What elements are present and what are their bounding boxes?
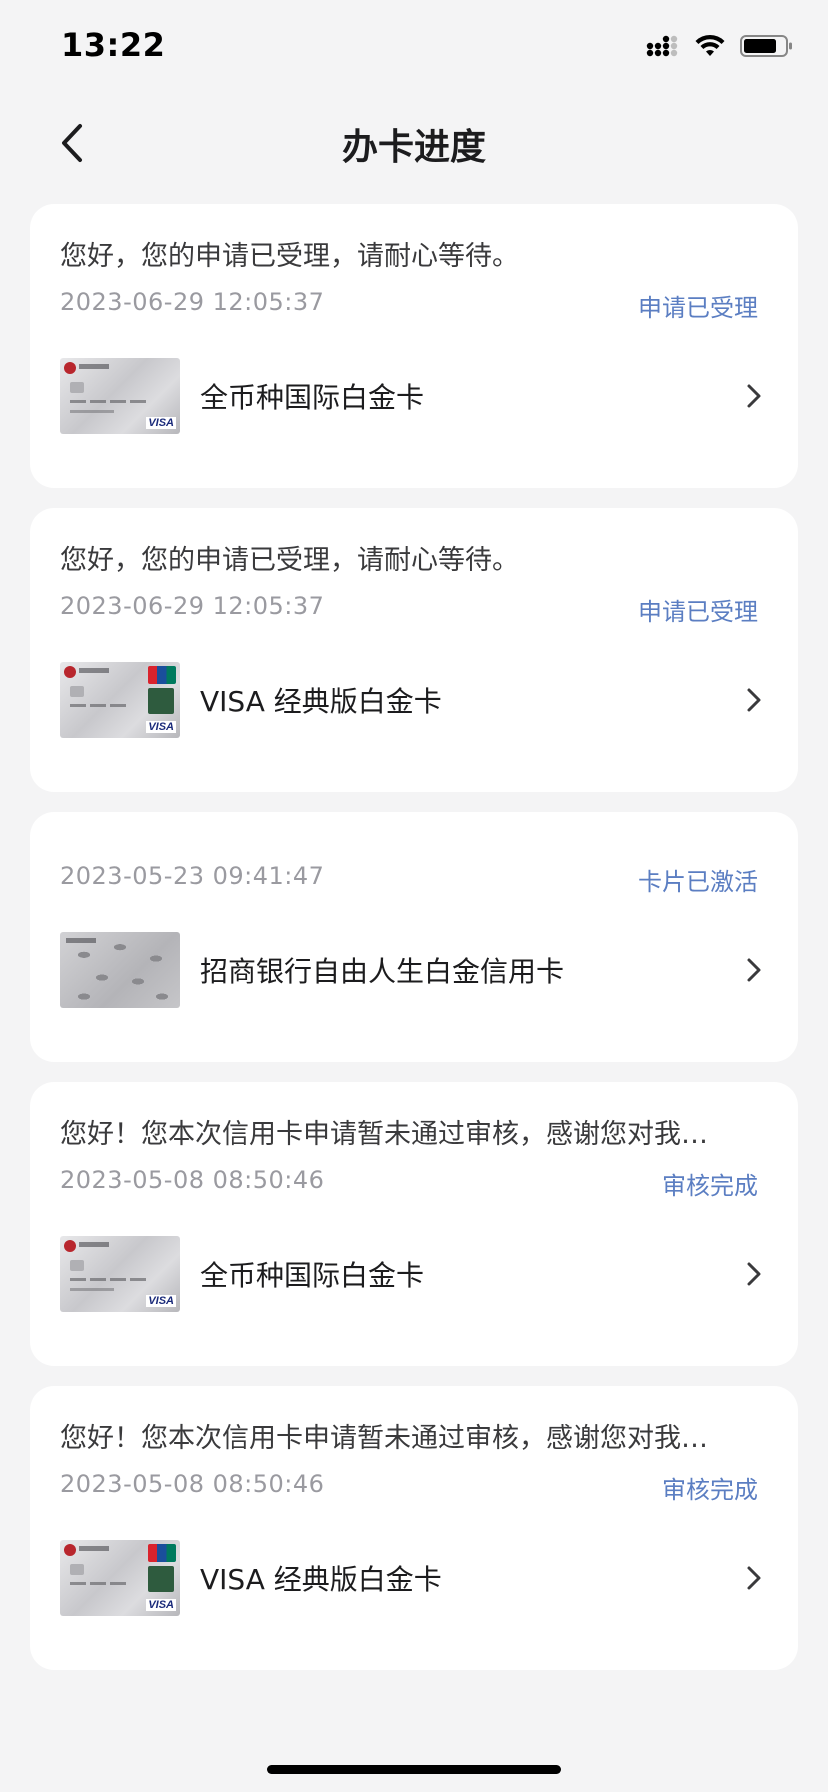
- status-icons: [646, 34, 794, 58]
- card-message: 您好！您本次信用卡申请暂未通过审核，感谢您对我…: [60, 1423, 708, 1454]
- card-message: 您好！您本次信用卡申请暂未通过审核，感谢您对我…: [60, 1119, 708, 1150]
- chevron-right-icon: [740, 382, 768, 410]
- bird-pattern-card-icon: [60, 932, 180, 1008]
- battery-icon: [740, 35, 792, 57]
- status-bar: 13:22: [0, 0, 828, 100]
- product-name: 全币种国际白金卡: [200, 381, 425, 414]
- progress-card: 您好！您本次信用卡申请暂未通过审核，感谢您对我… 2023-05-08 08:5…: [30, 1082, 798, 1366]
- card-date: 2023-05-23 09:41:47: [60, 862, 325, 890]
- progress-card: 您好，您的申请已受理，请耐心等待。 2023-06-29 12:05:37 申请…: [30, 204, 798, 488]
- chevron-right-icon: [740, 1260, 768, 1288]
- chevron-right-icon: [740, 956, 768, 984]
- card-message: 您好，您的申请已受理，请耐心等待。: [60, 241, 519, 272]
- status-time: 13:22: [61, 26, 166, 64]
- product-name: VISA 经典版白金卡: [200, 685, 442, 718]
- card-status: 审核完成: [662, 1476, 758, 1504]
- wifi-icon: [695, 34, 725, 56]
- card-product-row[interactable]: VISA 全币种国际白金卡: [60, 358, 768, 434]
- card-status: 审核完成: [662, 1172, 758, 1200]
- card-date: 2023-06-29 12:05:37: [60, 592, 325, 620]
- progress-card: 您好！您本次信用卡申请暂未通过审核，感谢您对我… 2023-05-08 08:5…: [30, 1386, 798, 1670]
- card-message: 您好，您的申请已受理，请耐心等待。: [60, 545, 519, 576]
- visa-platinum-card-icon: VISA: [60, 1236, 180, 1312]
- home-indicator[interactable]: [267, 1765, 561, 1774]
- card-date: 2023-06-29 12:05:37: [60, 288, 325, 316]
- product-name: 全币种国际白金卡: [200, 1259, 425, 1292]
- card-status: 申请已受理: [638, 598, 758, 626]
- card-status: 申请已受理: [638, 294, 758, 322]
- card-product-row[interactable]: VISA VISA 经典版白金卡: [60, 1540, 768, 1616]
- visa-unionpay-card-icon: VISA: [60, 1540, 180, 1616]
- visa-unionpay-card-icon: VISA: [60, 662, 180, 738]
- chevron-right-icon: [740, 1564, 768, 1592]
- card-date: 2023-05-08 08:50:46: [60, 1470, 325, 1498]
- product-name: 招商银行自由人生白金信用卡: [200, 955, 565, 988]
- application-progress-list: 您好，您的申请已受理，请耐心等待。 2023-06-29 12:05:37 申请…: [30, 204, 798, 1690]
- navigation-bar: 办卡进度: [0, 100, 828, 186]
- product-name: VISA 经典版白金卡: [200, 1563, 442, 1596]
- page-title: 办卡进度: [341, 127, 486, 168]
- chevron-right-icon: [740, 686, 768, 714]
- card-product-row[interactable]: VISA 全币种国际白金卡: [60, 1236, 768, 1312]
- progress-card: 2023-05-23 09:41:47 卡片已激活 招商银行自由人生白金信用卡: [30, 812, 798, 1062]
- card-status: 卡片已激活: [638, 868, 758, 896]
- card-product-row[interactable]: 招商银行自由人生白金信用卡: [60, 932, 768, 1008]
- cellular-signal-icon: [646, 35, 678, 57]
- card-date: 2023-05-08 08:50:46: [60, 1166, 325, 1194]
- card-product-row[interactable]: VISA VISA 经典版白金卡: [60, 662, 768, 738]
- visa-platinum-card-icon: VISA: [60, 358, 180, 434]
- progress-card: 您好，您的申请已受理，请耐心等待。 2023-06-29 12:05:37 申请…: [30, 508, 798, 792]
